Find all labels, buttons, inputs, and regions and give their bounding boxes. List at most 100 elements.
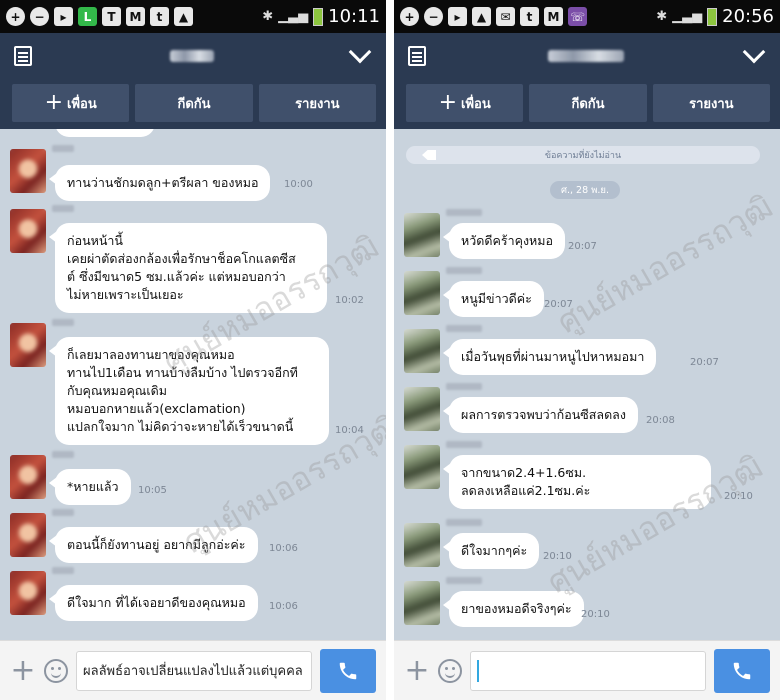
bluetooth-icon: ✱ xyxy=(262,9,274,24)
app-icon: ▸ xyxy=(54,7,73,26)
message: ก็เลยมาลองทานยาของคุณหมอ ทานไป1เดือน ทาน… xyxy=(0,317,386,447)
message: ทานว่านชักมดลูก+ตรีผลา ของหมอ 10:00 xyxy=(0,143,386,201)
chat-header xyxy=(394,33,780,79)
sender-name xyxy=(52,451,74,458)
chat-area: ทานว่านชักมดลูก+ตรีผลา ของหมอ 10:00 ก่อน… xyxy=(0,129,386,640)
avatar[interactable] xyxy=(404,581,440,625)
notes-icon[interactable] xyxy=(408,46,426,66)
chevron-down-icon[interactable] xyxy=(348,40,372,64)
notes-icon[interactable] xyxy=(14,46,32,66)
avatar[interactable] xyxy=(10,455,46,499)
avatar[interactable] xyxy=(404,523,440,567)
status-bar: + − ▸ L T M t ▲ ✱ ▁▃▅ 10:11 xyxy=(0,0,386,33)
mail-icon: ✉ xyxy=(496,7,515,26)
message-bubble: เมื่อวันพุธที่ผ่านมาหนูไปหาหมอมา xyxy=(442,339,657,375)
add-friend-label: เพื่อน xyxy=(461,96,491,112)
mail-icon: M xyxy=(544,7,563,26)
avatar[interactable] xyxy=(404,213,440,257)
talk-icon: t xyxy=(520,7,539,26)
message-time: 10:02 xyxy=(335,295,364,306)
chat-title xyxy=(170,50,214,62)
chat-area: ข้อความที่ยังไม่อ่าน ศ., 28 พ.ย. หวัดดีค… xyxy=(394,129,780,640)
message-bubble: ดีใจมาก ที่ได้เจอยาดีของคุณหมอ xyxy=(49,585,258,621)
left-phone-screen: + − ▸ L T M t ▲ ✱ ▁▃▅ 10:11 + เพื่อน กีดก… xyxy=(0,0,386,700)
avatar[interactable] xyxy=(10,149,46,193)
message-bubble: ตอนนี้ก็ยังทานอยู่ อยากมีลูกอ่ะค่ะ xyxy=(49,527,258,563)
avatar[interactable] xyxy=(10,513,46,557)
add-friend-label: เพื่อน xyxy=(67,96,97,112)
minus-icon: − xyxy=(424,7,443,26)
status-bar: + − ▸ ▲ ✉ t M ☏ ✱ ▁▃▅ 20:56 xyxy=(394,0,780,33)
call-button[interactable] xyxy=(320,648,376,693)
sender-name xyxy=(446,325,482,332)
chat-title xyxy=(548,50,624,62)
action-bar: + เพื่อน กีดกัน รายงาน xyxy=(394,79,780,129)
avatar[interactable] xyxy=(404,387,440,431)
phone-icon xyxy=(733,662,751,679)
add-friend-button[interactable]: + เพื่อน xyxy=(406,84,524,122)
sender-name xyxy=(52,205,74,212)
avatar[interactable] xyxy=(10,323,46,367)
message-input[interactable] xyxy=(470,650,706,691)
t-icon: T xyxy=(102,7,121,26)
call-button[interactable] xyxy=(714,648,770,693)
emoji-icon[interactable] xyxy=(438,658,462,683)
report-label: รายงาน xyxy=(295,96,340,112)
minus-icon: − xyxy=(30,7,49,26)
avatar[interactable] xyxy=(404,445,440,489)
message-bubble: ผลการตรวจพบว่าก้อนซีสลดลง xyxy=(443,397,638,433)
message: จากขนาด2.4+1.6ซม. ลดลงเหลือแค่2.1ซม.ค่ะ … xyxy=(394,439,780,515)
signal-icon: ▁▃▅ xyxy=(672,9,703,24)
input-bar: + ผลลัพธ์อาจเปลี่ยนแปลงไปแล้วแต่บุคคล xyxy=(0,640,386,700)
message-input[interactable]: ผลลัพธ์อาจเปลี่ยนแปลงไปแล้วแต่บุคคล xyxy=(76,650,312,691)
sender-name xyxy=(446,519,482,526)
viber-icon: ☏ xyxy=(568,7,587,26)
message-time: 20:07 xyxy=(544,299,573,310)
message-bubble: จากขนาด2.4+1.6ซม. ลดลงเหลือแค่2.1ซม.ค่ะ xyxy=(443,455,711,509)
chat-header xyxy=(0,33,386,79)
message-time: 20:10 xyxy=(543,551,572,562)
battery-icon xyxy=(313,7,324,26)
unread-label: ข้อความที่ยังไม่อ่าน xyxy=(544,151,622,161)
message-bubble: *หายแล้ว xyxy=(49,469,131,505)
sender-name xyxy=(446,577,482,584)
message-time: 20:07 xyxy=(568,241,597,252)
tag-icon xyxy=(422,150,436,160)
action-bar: + เพื่อน กีดกัน รายงาน xyxy=(0,79,386,129)
sender-name xyxy=(52,145,74,152)
status-time: 10:11 xyxy=(328,6,380,27)
message: ยาของหมอดีจริงๆค่ะ 20:10 xyxy=(394,575,780,631)
block-button[interactable]: กีดกัน xyxy=(529,84,647,122)
message: ดีใจมากๆค่ะ 20:10 xyxy=(394,517,780,573)
plus-icon[interactable]: + xyxy=(10,655,36,686)
message: ดีใจมาก ที่ได้เจอยาดีของคุณหมอ 10:06 xyxy=(0,565,386,621)
avatar[interactable] xyxy=(10,209,46,253)
unread-divider: ข้อความที่ยังไม่อ่าน xyxy=(406,146,760,164)
add-friend-button[interactable]: + เพื่อน xyxy=(12,84,130,122)
message: ผลการตรวจพบว่าก้อนซีสลดลง 20:08 xyxy=(394,381,780,437)
block-label: กีดกัน xyxy=(571,96,605,112)
input-bar: + xyxy=(394,640,780,700)
message-bubble: ก็เลยมาลองทานยาของคุณหมอ ทานไป1เดือน ทาน… xyxy=(49,337,329,445)
plus-icon[interactable]: + xyxy=(404,655,430,686)
message: หวัดดีคร้าคุงหมอ 20:07 xyxy=(394,207,780,263)
status-time: 20:56 xyxy=(722,6,774,27)
report-button[interactable]: รายงาน xyxy=(258,84,376,122)
avatar[interactable] xyxy=(10,571,46,615)
message-time: 20:08 xyxy=(646,415,675,426)
message-time: 20:10 xyxy=(724,491,753,502)
block-label: กีดกัน xyxy=(177,96,211,112)
emoji-icon[interactable] xyxy=(44,658,68,683)
report-button[interactable]: รายงาน xyxy=(652,84,770,122)
sender-name xyxy=(52,509,74,516)
message: หนูมีข่าวดีค่ะ 20:07 xyxy=(394,265,780,321)
message-time: 20:07 xyxy=(690,357,719,368)
block-button[interactable]: กีดกัน xyxy=(135,84,253,122)
message-bubble: หวัดดีคร้าคุงหมอ xyxy=(442,223,566,259)
chevron-down-icon[interactable] xyxy=(742,40,766,64)
sender-name xyxy=(446,267,482,274)
avatar[interactable] xyxy=(404,329,440,373)
message-bubble: ยาของหมอดีจริงๆค่ะ xyxy=(443,591,584,627)
avatar[interactable] xyxy=(404,271,440,315)
message: ตอนนี้ก็ยังทานอยู่ อยากมีลูกอ่ะค่ะ 10:06 xyxy=(0,507,386,563)
